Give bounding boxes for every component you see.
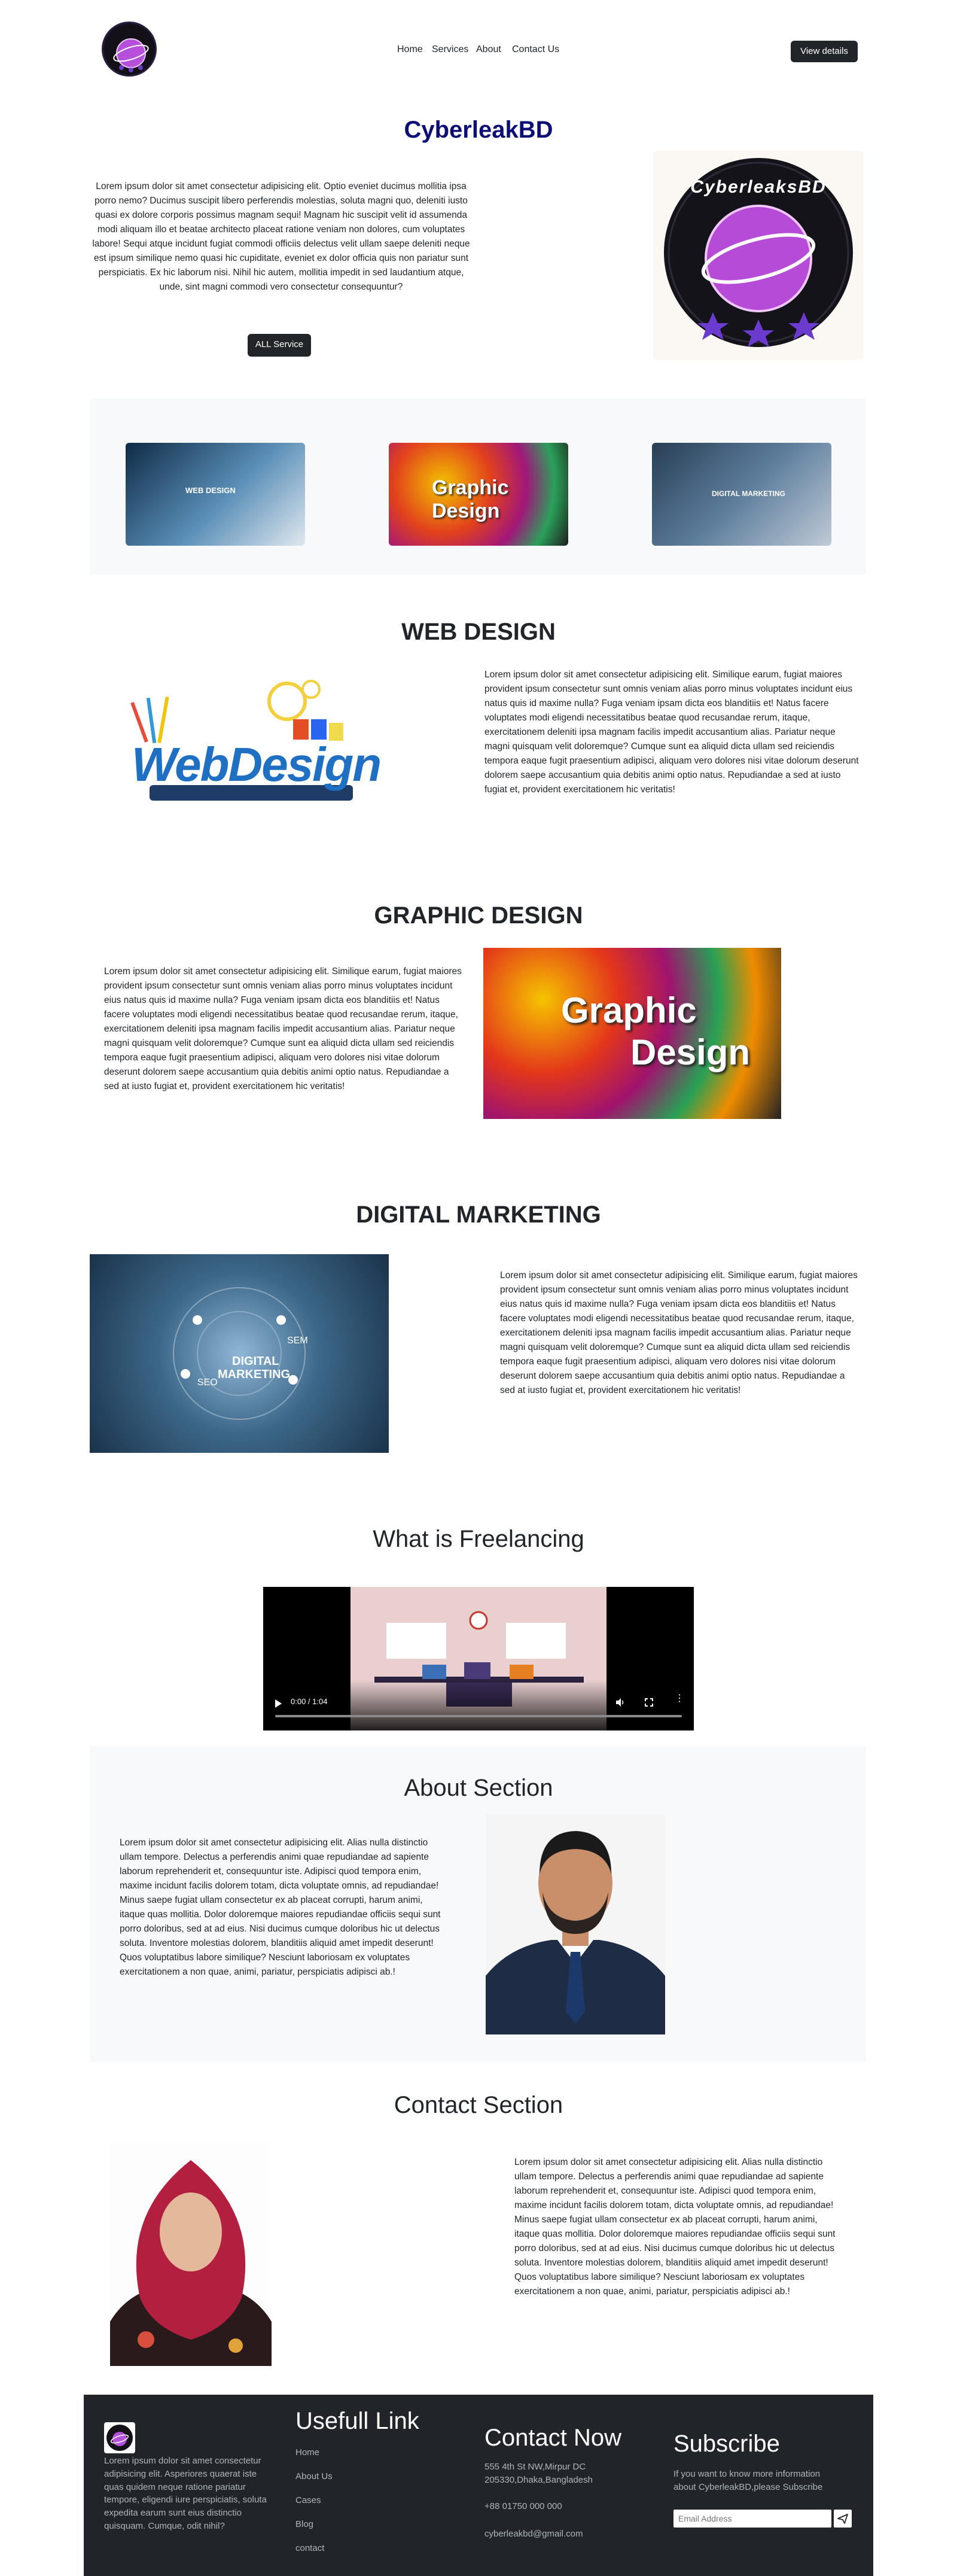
video-controls-bar [263, 1680, 694, 1730]
nav-about[interactable]: About [476, 44, 501, 55]
sem-tag: SEM [287, 1336, 308, 1346]
digital-marketing-paragraph: Lorem ipsum dolor sit amet consectetur a… [500, 1270, 858, 1396]
fullscreen-icon[interactable] [645, 1698, 653, 1707]
video-time: 0:00 / 1:04 [291, 1697, 328, 1706]
footer-address-line-1: 555 4th St NW,Mirpur DC [484, 2462, 586, 2472]
about-title: About Section [404, 1775, 553, 1801]
footer-logo-icon [106, 2425, 133, 2451]
footer-link-about-us[interactable]: About Us [295, 2471, 333, 2481]
about-paragraph: Lorem ipsum dolor sit amet consectetur a… [120, 1838, 441, 1978]
footer-link-contact[interactable]: contact [295, 2543, 324, 2553]
nav-contact-us[interactable]: Contact Us [512, 44, 559, 55]
footer-subscribe-text: If you want to know more information abo… [673, 2469, 823, 2492]
graphic-design-title: GRAPHIC DESIGN [374, 902, 583, 929]
subscribe-email-input[interactable] [673, 2510, 831, 2528]
web-design-title: WEB DESIGN [401, 619, 556, 645]
footer-link-home[interactable]: Home [295, 2447, 319, 2458]
digital-marketing-thumb[interactable]: DIGITAL MARKETING [652, 443, 831, 546]
subscribe-send-button[interactable] [834, 2510, 852, 2528]
graphic-design-paragraph: Lorem ipsum dolor sit amet consectetur a… [104, 966, 462, 1092]
digital-marketing-title: DIGITAL MARKETING [356, 1202, 601, 1228]
graphic-design-image: Graphic Design [483, 948, 781, 1119]
send-icon [837, 2514, 848, 2524]
about-photo [486, 1814, 665, 2034]
nav-services[interactable]: Services [432, 44, 468, 55]
freelancing-video-player[interactable]: 0:00 / 1:04 ⋮ [263, 1587, 694, 1730]
nav-home[interactable]: Home [397, 44, 423, 55]
footer-about-text: Lorem ipsum dolor sit amet consectetur a… [104, 2456, 267, 2531]
footer: Lorem ipsum dolor sit amet consectetur a… [84, 2395, 873, 2576]
hero-logo-image: CyberleaksBD [653, 151, 864, 360]
web-design-paragraph: Lorem ipsum dolor sit amet consectetur a… [484, 670, 859, 795]
view-details-button[interactable]: View details [791, 41, 858, 62]
digital-marketing-image-text-1: DIGITAL [232, 1355, 279, 1368]
digital-marketing-thumb-caption: DIGITAL MARKETING [712, 489, 785, 498]
web-design-image-text: WebDesign [132, 738, 382, 791]
footer-phone: +88 01750 000 000 [484, 2501, 562, 2511]
footer-link-cases[interactable]: Cases [295, 2495, 321, 2505]
contact-paragraph: Lorem ipsum dolor sit amet consectetur a… [514, 2157, 836, 2297]
seo-tag: SEO [197, 1377, 218, 1388]
footer-link-blog[interactable]: Blog [295, 2519, 313, 2529]
graphic-design-thumb[interactable]: Graphic Design [389, 443, 568, 546]
more-options-icon[interactable]: ⋮ [675, 1694, 684, 1704]
volume-icon[interactable] [616, 1698, 624, 1707]
logo-emblem-icon [105, 25, 155, 75]
web-design-image: WebDesign [114, 665, 389, 821]
footer-links-title: Usefull Link [295, 2408, 419, 2434]
digital-marketing-image: DIGITAL MARKETING SEM SEO [90, 1254, 389, 1453]
footer-subscribe-title: Subscribe [673, 2431, 780, 2457]
freelancing-title: What is Freelancing [373, 1526, 584, 1552]
site-logo[interactable] [102, 22, 157, 77]
play-icon[interactable] [275, 1699, 282, 1708]
graphic-design-image-text-2: Design [630, 1032, 751, 1072]
contact-title: Contact Section [394, 2092, 563, 2118]
footer-address-line-2: 205330,Dhaka,Bangladesh [484, 2475, 593, 2485]
man-portrait-icon [486, 1814, 665, 2034]
video-progress-track[interactable] [275, 1715, 682, 1717]
all-service-button[interactable]: ALL Service [248, 334, 311, 357]
digital-marketing-image-text-2: MARKETING [218, 1368, 291, 1381]
hero-paragraph: Lorem ipsum dolor sit amet consectetur a… [92, 181, 470, 293]
footer-logo[interactable] [104, 2422, 135, 2453]
footer-contact-title: Contact Now [484, 2425, 621, 2451]
hero-title: CyberleakBD [404, 117, 553, 143]
hero-logo-text: CyberleaksBD [690, 177, 827, 197]
graphic-design-image-text-1: Graphic [561, 990, 697, 1030]
graphic-design-thumb-caption: Graphic Design [432, 476, 509, 522]
web-design-thumb[interactable]: WEB DESIGN [126, 443, 305, 546]
footer-email[interactable]: cyberleakbd@gmail.com [484, 2528, 583, 2541]
woman-portrait-icon [110, 2160, 272, 2366]
web-design-thumb-caption: WEB DESIGN [185, 486, 236, 495]
contact-photo [110, 2142, 272, 2366]
marketing-network-icon [173, 1287, 306, 1420]
